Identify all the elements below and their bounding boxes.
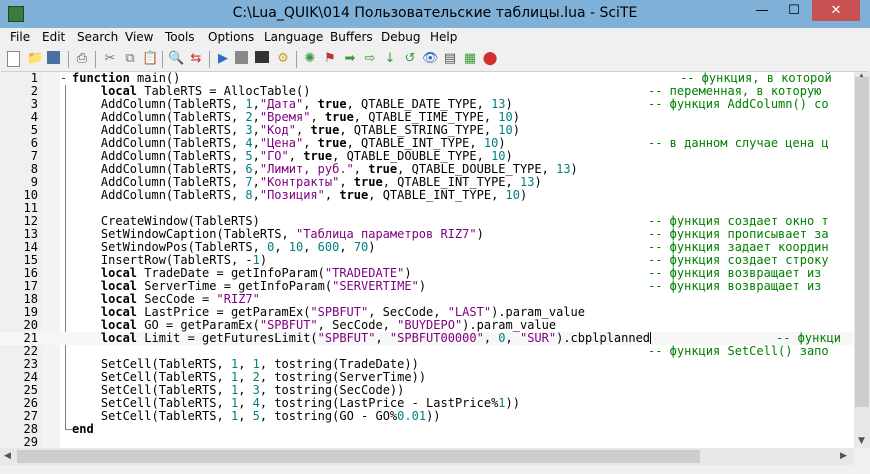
code-text[interactable]: AddColumn(TableRTS, 8,"Позиция", true, Q… <box>72 189 527 202</box>
menu-edit[interactable]: Edit <box>42 30 65 44</box>
menu-bar: File Edit Search View Tools Options Lang… <box>1 28 869 48</box>
vertical-scrollbar[interactable]: ▲ ▼ <box>854 72 870 448</box>
menu-file[interactable]: File <box>10 30 30 44</box>
window-title: C:\Lua_QUIK\014 Пользовательские таблицы… <box>232 5 638 21</box>
toolbar-separator <box>162 51 163 68</box>
toolbar-separator <box>209 51 210 68</box>
stop-debug-icon[interactable]: ⬤ <box>482 51 498 67</box>
toolbar: 📁 ⎙ ✂ ⧉ 📋 🔍 ⇆ ▶ ⚙ ✺ ⚑ ➡ ⇨ ↓ ↺ 👁 ▤ ▦ ⬤ <box>1 48 869 72</box>
tool-icon[interactable]: 👁 <box>422 51 439 67</box>
menu-language[interactable]: Language <box>264 30 323 44</box>
toolbar-separator <box>296 51 297 68</box>
open-file-icon[interactable]: 📁 <box>27 51 43 67</box>
vertical-scroll-thumb[interactable] <box>855 77 869 407</box>
cut-icon[interactable]: ✂ <box>102 51 118 67</box>
new-file-icon[interactable] <box>7 51 20 67</box>
code-line[interactable]: 10 AddColumn(TableRTS, 8,"Позиция", true… <box>0 189 854 202</box>
run-icon[interactable]: ⚙ <box>275 51 291 67</box>
line-number: 29 <box>23 435 38 449</box>
horizontal-scroll-thumb[interactable] <box>17 450 700 463</box>
menu-buffers[interactable]: Buffers <box>330 30 373 44</box>
save-icon[interactable] <box>47 51 60 64</box>
tool-icon[interactable]: ⚑ <box>322 51 338 67</box>
code-text[interactable]: SetCell(TableRTS, 1, 5, tostring(GO - GO… <box>72 410 441 423</box>
menu-tools[interactable]: Tools <box>165 30 195 44</box>
tool-icon[interactable]: ▦ <box>462 51 478 67</box>
menu-options[interactable]: Options <box>208 30 254 44</box>
scroll-left-icon[interactable]: ◀ <box>4 451 11 461</box>
text-caret <box>650 332 652 344</box>
tool-icon[interactable]: ➡ <box>342 51 358 67</box>
code-comment[interactable]: -- в данном случае цена ц <box>648 137 829 150</box>
menu-debug[interactable]: Debug <box>381 30 420 44</box>
tool-icon[interactable]: ⇨ <box>362 51 378 67</box>
code-comment[interactable]: -- функция AddColumn() со <box>648 98 829 111</box>
paste-icon[interactable]: 📋 <box>142 51 158 67</box>
find-icon[interactable]: 🔍 <box>168 51 184 67</box>
minimize-button[interactable]: — <box>746 0 778 21</box>
compile-icon[interactable]: ▶ <box>215 51 231 67</box>
maximize-button[interactable]: ☐ <box>778 0 810 21</box>
print-icon[interactable]: ⎙ <box>74 51 90 67</box>
code-editor[interactable]: - 1 function main() -- функция, в которой 2… <box>0 72 854 448</box>
menu-view[interactable]: View <box>125 30 153 44</box>
code-comment[interactable]: -- функция SetCell() запо <box>648 345 829 358</box>
toolbar-separator <box>68 51 69 68</box>
code-text[interactable]: end <box>72 423 94 436</box>
menu-search[interactable]: Search <box>77 30 118 44</box>
replace-icon[interactable]: ⇆ <box>188 51 204 67</box>
stop-icon[interactable] <box>235 51 248 64</box>
toolbar-separator <box>95 51 96 68</box>
output-icon[interactable] <box>255 51 269 63</box>
close-button[interactable]: ✕ <box>812 0 860 21</box>
menu-help[interactable]: Help <box>430 30 457 44</box>
horizontal-scrollbar[interactable]: ◀ ▶ <box>0 448 854 465</box>
tool-icon[interactable]: ▤ <box>442 51 458 67</box>
debug-icon[interactable]: ✺ <box>302 51 318 67</box>
code-line[interactable]: 28 end <box>0 423 854 436</box>
tool-icon[interactable]: ↺ <box>402 51 418 67</box>
scrollbar-corner <box>854 448 870 465</box>
code-line[interactable]: 27 SetCell(TableRTS, 1, 5, tostring(GO -… <box>0 410 854 423</box>
scroll-down-icon[interactable]: ▼ <box>858 436 865 446</box>
title-bar[interactable]: C:\Lua_QUIK\014 Пользовательские таблицы… <box>0 0 870 28</box>
scite-window: C:\Lua_QUIK\014 Пользовательские таблицы… <box>0 0 870 474</box>
code-text[interactable]: local Limit = getFuturesLimit("SPBFUT", … <box>72 332 652 345</box>
code-comment[interactable]: -- функция возвращает из <box>648 280 821 293</box>
tool-icon[interactable]: ↓ <box>382 51 398 67</box>
scroll-right-icon[interactable]: ▶ <box>840 451 847 461</box>
copy-icon[interactable]: ⧉ <box>122 51 138 67</box>
code-line[interactable]: 29 <box>0 435 854 449</box>
